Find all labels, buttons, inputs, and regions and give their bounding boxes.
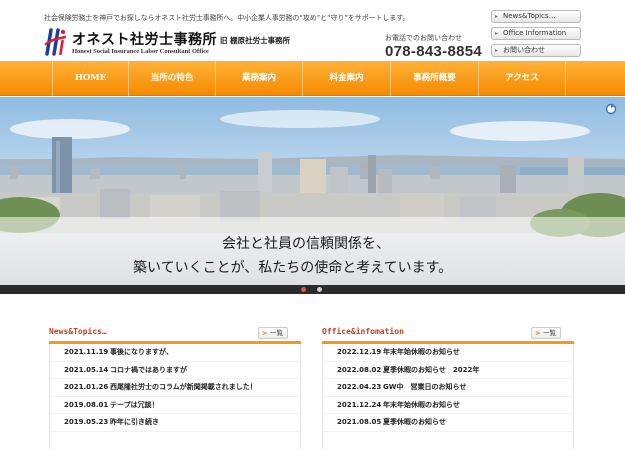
phone-contact: お電話でのお問い合わせ 078-843-8854 <box>385 33 482 60</box>
list-item[interactable]: 2021.08.05 夏季休暇のお知らせ <box>323 414 573 432</box>
news-list-button[interactable]: 一覧 <box>258 327 288 339</box>
hero-slider: 会社と社員の信頼関係を、 築いていくことが、私たちの使命と考えています。 <box>0 97 625 285</box>
slider-pager-bar <box>0 285 625 294</box>
slider-dot[interactable] <box>317 287 322 292</box>
list-item[interactable]: 2019.05.23 昨年に引き続き <box>50 414 300 432</box>
office-section-title: Office&infomation <box>322 327 404 336</box>
list-item[interactable]: 2022.04.23 GW中 営業日のお知らせ <box>323 379 573 397</box>
office-list-button[interactable]: 一覧 <box>531 327 561 339</box>
nav-item-services[interactable]: 業務案内 <box>216 61 303 96</box>
logo-name: オネスト社労士事務所 <box>72 32 217 48</box>
list-item[interactable]: 2021.11.19 事後になりますが、 <box>50 344 300 362</box>
office-information-link[interactable]: Office Information <box>491 27 581 40</box>
list-item[interactable]: 2019.08.01 テープは冗談！ <box>50 397 300 414</box>
phone-number[interactable]: 078-843-8854 <box>385 43 482 60</box>
nav-item-office-profile[interactable]: 事務所概要 <box>391 61 479 96</box>
site-tagline: 社会保険労務士を神戸でお探しならオネスト社労士事務所へ。中小企業人事労務の“攻め… <box>44 14 410 22</box>
slider-dot-active[interactable] <box>301 287 306 292</box>
nav-item-features[interactable]: 当所の特色 <box>129 61 216 96</box>
nav-item-access[interactable]: アクセス <box>479 61 566 96</box>
office-list: 2022.12.19 年末年始休暇のお知らせ 2022.08.02 夏季休暇のお知ら… <box>322 344 574 449</box>
news-list: 2021.11.19 事後になりますが、 2021.05.14 コロナ禍ではあります… <box>49 344 301 449</box>
news-section-title: News&Topics… <box>49 327 107 336</box>
hero-headline-line1: 会社と社員の信頼関係を、 <box>222 236 390 252</box>
list-item[interactable]: 2022.12.19 年末年始休暇のお知らせ <box>323 344 573 362</box>
phone-label: お電話でのお問い合わせ <box>385 34 462 42</box>
hero-headline-line2: 築いていくことが、私たちの使命と考えています。 <box>133 260 453 276</box>
news-topics-link[interactable]: News&Topics… <box>491 10 581 23</box>
contact-link[interactable]: お問い合わせ <box>491 44 581 57</box>
list-item[interactable]: 2021.01.26 西尾隆社労士のコラムが新聞掲載されました！ <box>50 379 300 397</box>
logo-mark-icon <box>44 28 66 56</box>
list-item[interactable]: 2021.12.24 年末年始休暇のお知らせ <box>323 397 573 414</box>
logo-former-name: 旧 棚原社労士事務所 <box>220 36 291 45</box>
nav-item-pricing[interactable]: 料金案内 <box>303 61 391 96</box>
refresh-icon[interactable] <box>605 103 617 115</box>
logo-english-name: Honest Social Insurance Labor Consultant… <box>72 48 209 55</box>
site-logo[interactable]: オネスト社労士事務所 旧 棚原社労士事務所 Honest Social Insu… <box>44 27 304 59</box>
main-nav: HOME 当所の特色 業務案内 料金案内 事務所概要 アクセス <box>0 61 625 96</box>
nav-item-home[interactable]: HOME <box>52 61 129 96</box>
list-item[interactable]: 2022.08.02 夏季休暇のお知らせ 2022年 <box>323 362 573 379</box>
list-item[interactable]: 2021.05.14 コロナ禍ではありますが <box>50 362 300 379</box>
